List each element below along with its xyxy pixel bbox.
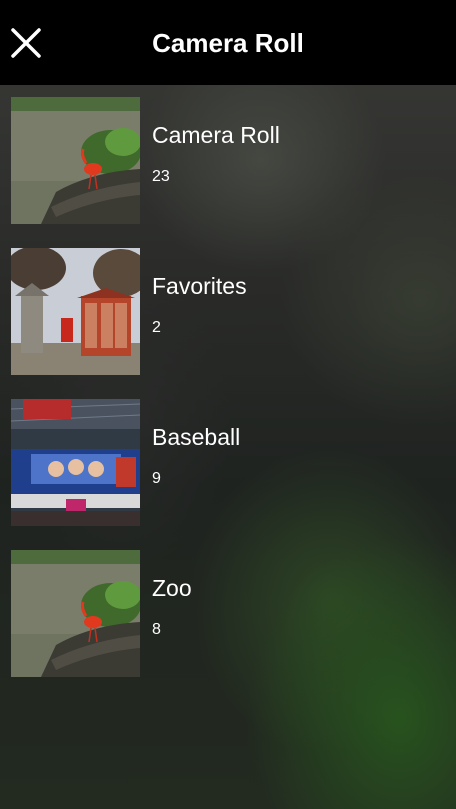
album-thumbnail [11,248,140,375]
album-count: 8 [152,621,161,638]
album-name: Baseball [152,424,241,450]
album-count: 2 [152,319,161,336]
album-item-favorites[interactable]: Favorites 2 [0,236,456,387]
album-name: Camera Roll [152,122,280,148]
album-item-zoo[interactable]: Zoo 8 [0,538,456,689]
album-list: Camera Roll 23 Favorites 2 Baseball 9 Zo… [0,85,456,689]
album-thumbnail [11,97,140,224]
album-item-camera-roll[interactable]: Camera Roll 23 [0,85,456,236]
album-count: 9 [152,470,161,487]
album-thumbnail [11,550,140,677]
album-name: Zoo [152,575,192,601]
album-item-baseball[interactable]: Baseball 9 [0,387,456,538]
page-title: Camera Roll [152,28,304,58]
album-count: 23 [152,168,170,185]
album-name: Favorites [152,273,247,299]
album-thumbnail [11,399,140,526]
header-bar: Camera Roll [0,0,456,85]
